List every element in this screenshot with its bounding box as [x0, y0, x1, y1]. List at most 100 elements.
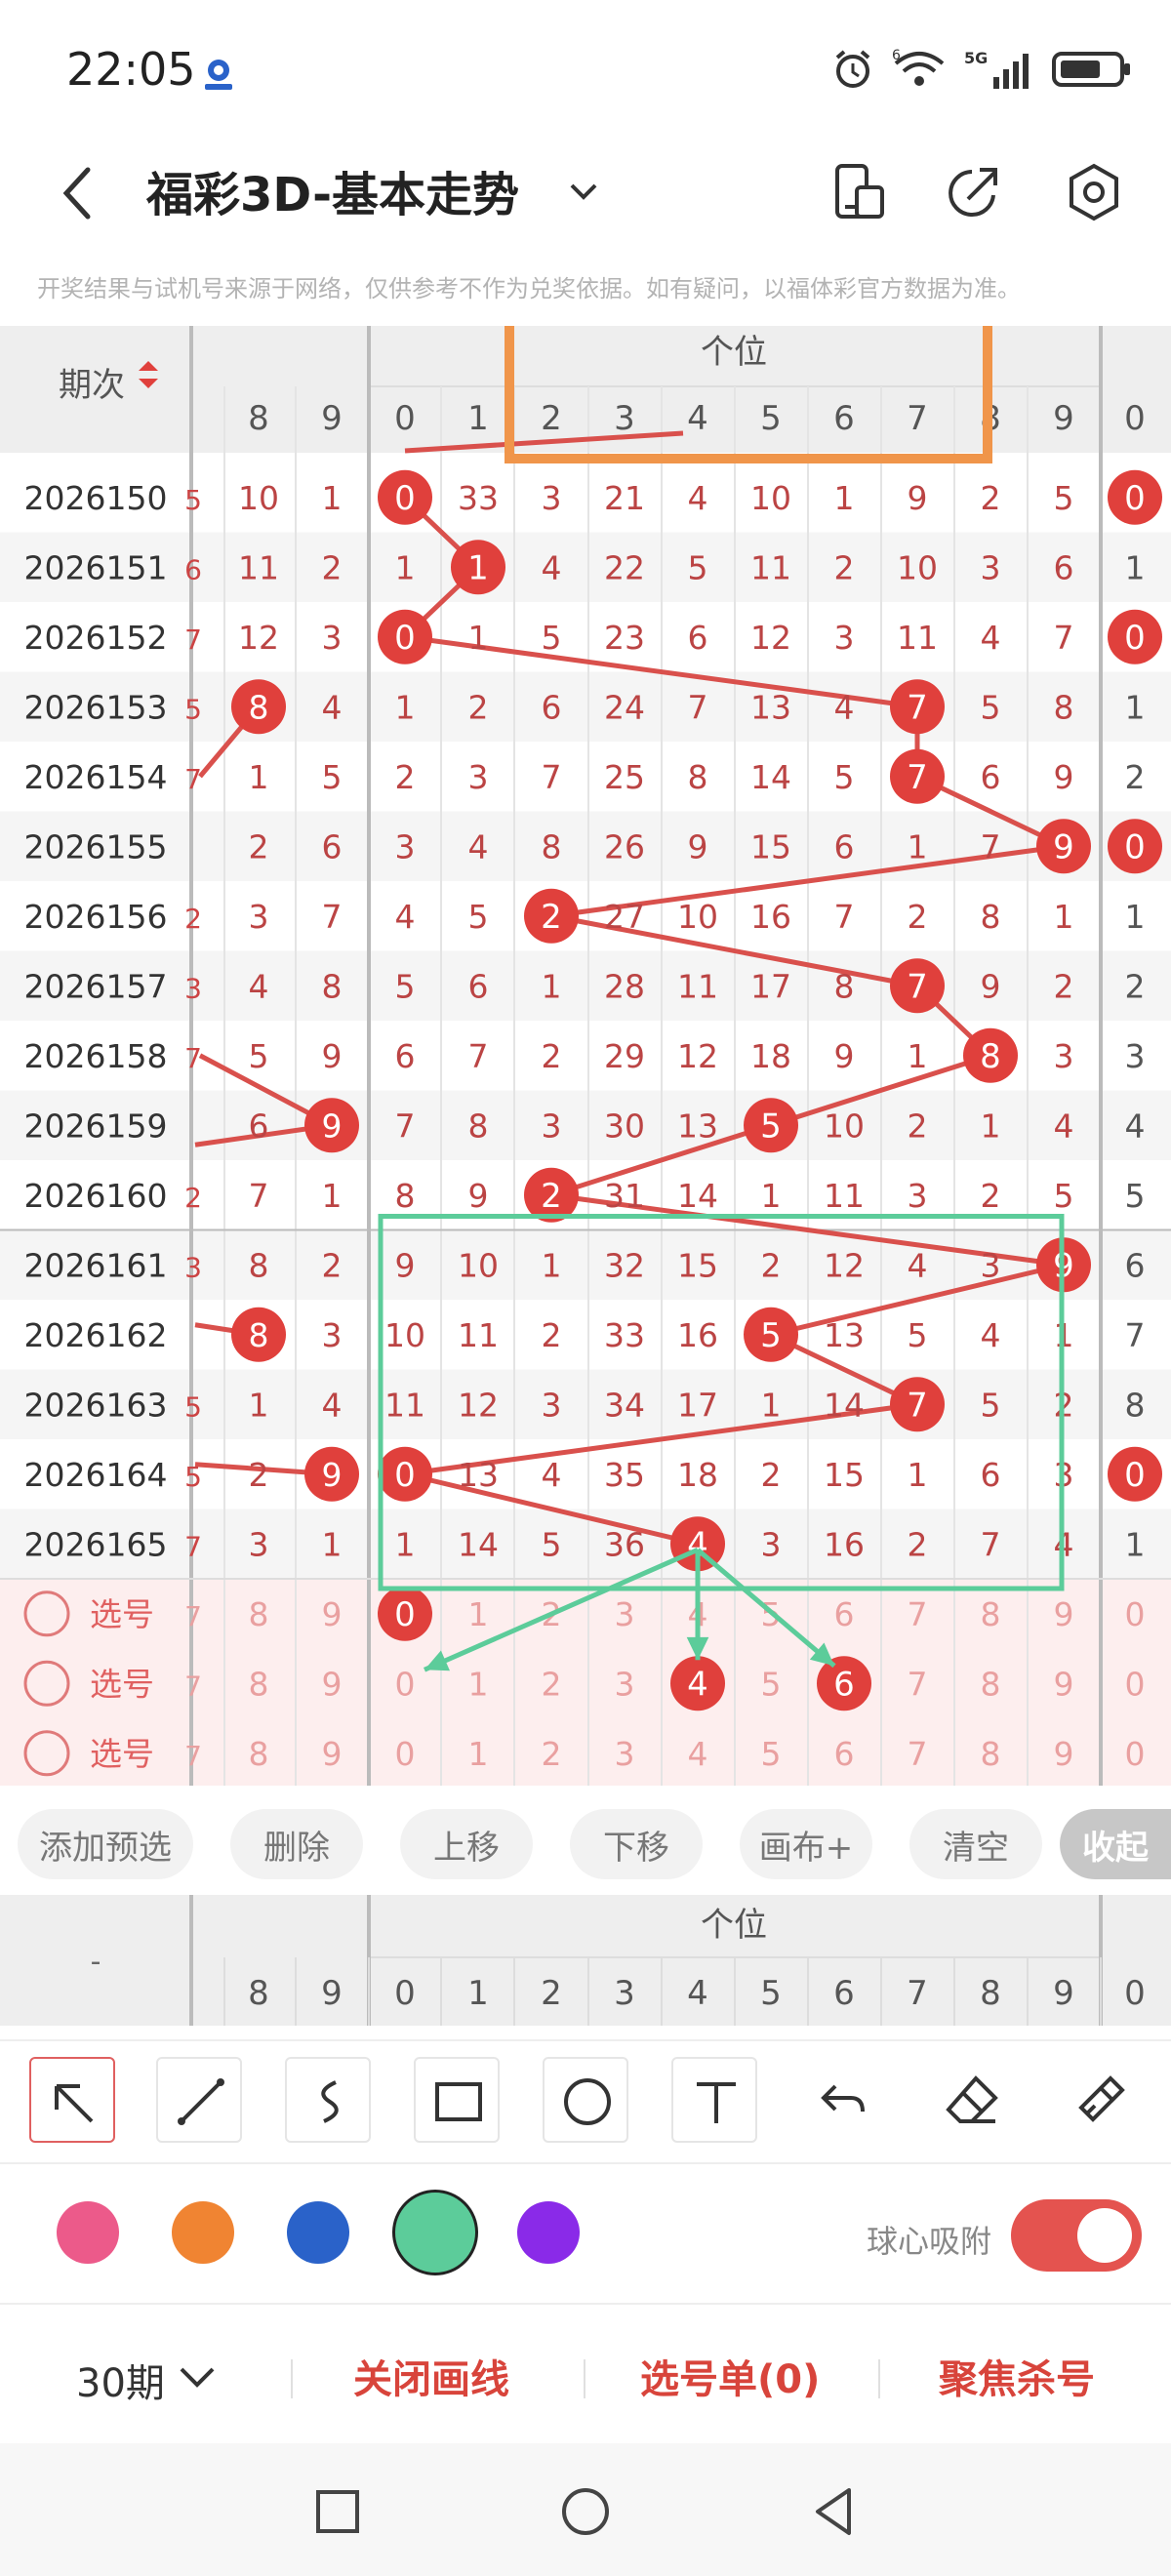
left-cell: 4 — [322, 688, 343, 726]
select-cell: 7 — [908, 1595, 928, 1633]
select-cell: 9 — [1054, 1595, 1074, 1633]
canvas-plus-button[interactable]: 画布+ — [740, 1809, 872, 1879]
undo-icon[interactable] — [800, 2057, 886, 2143]
omission-cell: 2 — [468, 688, 489, 726]
hit-ball-label: 0 — [394, 1456, 416, 1495]
select-cell: 3 — [615, 1735, 635, 1773]
select-cell: 9 — [1054, 1735, 1074, 1773]
period-label: 2026157 — [24, 967, 168, 1005]
omission-cell: 1 — [1054, 898, 1074, 936]
col-header-digit: 7 — [907, 399, 928, 438]
extra-cell: 6 — [1125, 1246, 1146, 1284]
omission-cell: 5 — [395, 967, 416, 1005]
settings-icon[interactable] — [1060, 158, 1128, 226]
select-cell: 8 — [981, 1735, 1001, 1773]
omission-cell: 4 — [1054, 1107, 1074, 1145]
lead-digit: 7 — [184, 624, 202, 656]
swatch-orange[interactable] — [172, 2201, 234, 2264]
omission-cell: 26 — [604, 827, 645, 865]
omission-cell: 2 — [542, 1316, 562, 1354]
period-label: 2026159 — [24, 1107, 168, 1145]
col-header-digit: 0 — [394, 399, 416, 438]
lead-digit: 7 — [184, 1740, 202, 1772]
add-preselect-button[interactable]: 添加预选 — [18, 1809, 193, 1879]
omission-cell: 14 — [750, 758, 791, 796]
left-cell: 7 — [249, 1177, 269, 1215]
omission-cell: 1 — [395, 548, 416, 586]
home-icon[interactable] — [546, 2473, 625, 2551]
eraser-icon[interactable] — [929, 2057, 1015, 2143]
clear-button[interactable]: 清空 — [909, 1809, 1042, 1879]
left-cell: 11 — [238, 548, 279, 586]
period-label: 2026152 — [24, 619, 168, 657]
swatch-purple[interactable] — [517, 2201, 580, 2264]
column-header-repeat: - 个位 8 9 0 1 2 3 4 5 6 7 8 9 0 — [0, 1895, 1171, 2026]
pick-list-button[interactable]: 选号单(0) — [640, 2348, 820, 2404]
circle-tool-icon[interactable] — [543, 2057, 628, 2143]
collapse-button[interactable]: 收起 — [1060, 1809, 1171, 1879]
omission-cell: 5 — [1054, 479, 1074, 517]
select-cell: 1 — [468, 1595, 489, 1633]
select-cell: 8 — [981, 1595, 1001, 1633]
footer-col-digit: 4 — [687, 1974, 708, 2013]
chevron-down-icon[interactable] — [564, 172, 603, 211]
omission-cell: 12 — [824, 1246, 865, 1284]
select-cell: 3 — [615, 1595, 635, 1633]
move-up-button[interactable]: 上移 — [400, 1809, 533, 1879]
share-icon[interactable] — [939, 158, 1007, 226]
brush-clear-icon[interactable] — [1058, 2057, 1144, 2143]
back-nav-icon[interactable] — [794, 2473, 872, 2551]
drawing-toolbar — [0, 2039, 1171, 2156]
col-header-left: 9 — [321, 399, 343, 438]
select-cell: 6 — [834, 1735, 855, 1773]
omission-cell: 15 — [824, 1456, 865, 1494]
col-header-left: 8 — [248, 399, 269, 438]
back-icon[interactable] — [49, 158, 107, 226]
omission-cell: 36 — [604, 1525, 645, 1563]
signal-icon: 5G — [964, 49, 1029, 89]
omission-cell: 22 — [604, 548, 645, 586]
chevron-down-icon[interactable] — [176, 2359, 219, 2395]
left-cell: 2 — [249, 827, 269, 865]
divider — [291, 2359, 293, 2398]
recent-apps-icon[interactable] — [299, 2473, 377, 2551]
trend-chart-svg[interactable]: 期次个位8 9 0 1 2 3 4 5 6 7 8 9 02026150 5 10 1 0 33 3 21 4 10 1 9 2… — [0, 326, 1171, 1786]
omission-cell: 6 — [981, 758, 1001, 796]
swatch-pink[interactable] — [57, 2201, 119, 2264]
select-cell: 2 — [542, 1735, 562, 1773]
delete-button[interactable]: 删除 — [230, 1809, 363, 1879]
omission-cell: 10 — [897, 548, 938, 586]
arrow-tool-icon[interactable] — [29, 2057, 115, 2143]
omission-cell: 18 — [750, 1037, 791, 1075]
select-left-cell: 9 — [322, 1595, 343, 1633]
left-cell: 3 — [249, 898, 269, 936]
extra-cell: 5 — [1125, 1177, 1146, 1215]
swatch-blue[interactable] — [287, 2201, 349, 2264]
move-down-button[interactable]: 下移 — [570, 1809, 703, 1879]
focus-kill-button[interactable]: 聚焦杀号 — [939, 2348, 1095, 2404]
close-lines-button[interactable]: 关闭画线 — [353, 2348, 509, 2404]
trend-chart[interactable]: 期次 个位 8 9 0 1 2 3 4 5 6 7 8 9 0 2026150 5 10 1 0 33 3 21 4 10 1 9 2… — [0, 326, 1171, 1786]
omission-cell: 9 — [1054, 758, 1074, 796]
swatch-green-selected[interactable] — [392, 2190, 478, 2275]
ball-center-snap-toggle[interactable] — [1011, 2199, 1142, 2272]
text-tool-icon[interactable] — [671, 2057, 757, 2143]
rect-tool-icon[interactable] — [414, 2057, 500, 2143]
line-tool-icon[interactable] — [156, 2057, 242, 2143]
omission-cell: 9 — [908, 479, 928, 517]
footer-col-extra: 0 — [1124, 1974, 1146, 2013]
hit-ball-label: 8 — [980, 1037, 1001, 1076]
ball-center-snap-label: 球心吸附 — [867, 2223, 992, 2260]
omission-cell: 7 — [834, 898, 855, 936]
period-label: 2026154 — [24, 758, 168, 796]
curve-tool-icon[interactable] — [285, 2057, 371, 2143]
page-title[interactable]: 福彩3D-基本走势 — [146, 156, 519, 224]
period-select[interactable]: 30期 — [76, 2352, 165, 2408]
extra-cell: 2 — [1125, 967, 1146, 1005]
extra-cell: 7 — [1125, 1316, 1146, 1354]
omission-cell: 6 — [688, 619, 708, 657]
left-cell: 12 — [238, 619, 279, 657]
phone-layout-icon[interactable] — [826, 158, 894, 226]
select-cell: 5 — [761, 1665, 782, 1703]
omission-cell: 12 — [458, 1386, 499, 1424]
